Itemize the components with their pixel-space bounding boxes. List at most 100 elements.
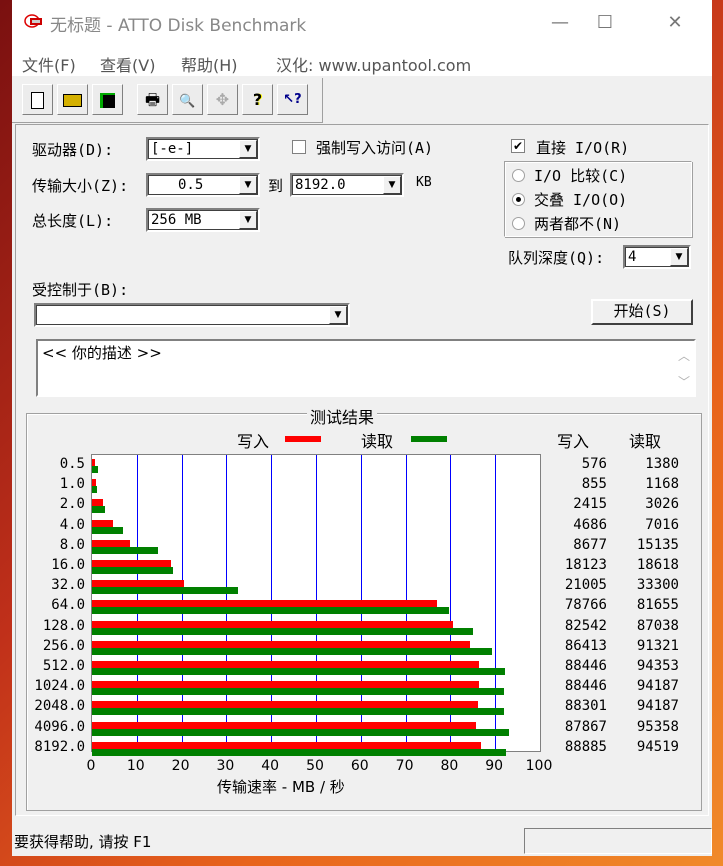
value-read: 1380 (645, 456, 679, 472)
radio-io-compare[interactable] (512, 169, 525, 182)
x-tick-label: 60 (350, 758, 369, 774)
open-button[interactable] (57, 84, 88, 115)
print-button[interactable]: 🖶 (137, 84, 168, 115)
value-read: 33300 (636, 577, 679, 594)
bar-read (92, 506, 106, 514)
x-tick-label: 0 (86, 758, 96, 774)
new-button[interactable] (22, 84, 53, 115)
value-write: 88301 (564, 698, 607, 715)
description-textarea[interactable]: << 你的描述 >> ︿ ﹀ (36, 339, 696, 397)
gridline (495, 455, 497, 751)
total-length-value: 256 MB (151, 212, 202, 228)
y-tick-label: 32.0 (51, 577, 85, 594)
y-tick-label: 64.0 (51, 597, 85, 614)
y-tick-label: 2048.0 (34, 698, 85, 715)
value-read: 7016 (645, 516, 679, 533)
force-write-checkbox[interactable] (292, 140, 306, 154)
start-button[interactable]: 开始(S) (591, 299, 693, 325)
bar-write (92, 721, 477, 729)
x-tick-label: 90 (485, 758, 504, 774)
help-icon: ? (252, 90, 263, 109)
help-button[interactable]: ? (242, 84, 273, 115)
y-tick-label: 0.5 (59, 456, 85, 472)
bar-read (92, 567, 174, 574)
status-pane (524, 828, 712, 854)
menu-localization-link[interactable]: 汉化: www.upantool.com (276, 52, 471, 76)
toolbar: 🖶 🔍 ✥ ? ↖? (12, 78, 323, 123)
value-read: 91321 (636, 637, 679, 654)
controlled-by-select[interactable]: ▼ (34, 303, 350, 327)
value-write: 4686 (573, 516, 607, 533)
chart-plot-area (91, 454, 541, 756)
column-header-read: 读取 (629, 432, 662, 451)
x-tick-label: 70 (395, 758, 414, 774)
bar-write (92, 519, 113, 527)
direct-io-checkbox[interactable]: ✔ (511, 139, 525, 153)
value-write: 8677 (573, 536, 607, 553)
queue-depth-select[interactable]: 4 ▼ (623, 245, 691, 269)
chevron-down-icon[interactable]: ▼ (239, 211, 257, 229)
bar-read (92, 607, 450, 615)
close-button[interactable]: ✕ (652, 6, 698, 40)
scroll-down-icon[interactable]: ﹀ (678, 373, 690, 390)
value-read: 94353 (636, 658, 679, 674)
chevron-down-icon[interactable]: ▼ (329, 306, 347, 324)
kb-label: KB (416, 175, 432, 190)
menu-help[interactable]: 帮助(H) (181, 52, 238, 76)
value-write: 855 (581, 476, 607, 493)
save-button[interactable] (92, 84, 123, 115)
value-write: 576 (581, 456, 607, 472)
results-group: 测试结果 写入 读取 写入 读取 0.5 1.0 2.0 4.0 8.0 16.0 32.0… (26, 404, 702, 811)
transfer-size-label: 传输大小(Z): (32, 177, 129, 195)
y-tick-label: 1024.0 (34, 678, 85, 695)
maximize-button[interactable]: ☐ (582, 6, 628, 40)
bar-write (92, 600, 437, 608)
minimize-button[interactable]: — (537, 6, 583, 40)
move-button[interactable]: ✥ (207, 84, 238, 115)
bar-read (92, 587, 238, 595)
value-write: 21005 (564, 577, 607, 594)
bar-write (92, 499, 103, 507)
radio-neither[interactable] (512, 217, 525, 230)
legend-write-swatch (285, 436, 321, 442)
bar-read (92, 466, 99, 473)
menu-file[interactable]: 文件(F) (22, 52, 76, 76)
context-help-icon: ↖? (283, 92, 302, 107)
bar-read (92, 668, 505, 675)
bar-write (92, 580, 184, 588)
chevron-down-icon[interactable]: ▼ (383, 176, 401, 194)
radio-io-compare-label: I/O 比较(C) (534, 167, 628, 185)
total-length-select[interactable]: 256 MB ▼ (146, 208, 260, 232)
value-write: 86413 (564, 637, 607, 654)
bar-write (92, 479, 96, 487)
y-tick-label: 4.0 (59, 516, 85, 533)
drive-select[interactable]: [-e-] ▼ (146, 137, 260, 161)
transfer-to-select[interactable]: 8192.0 ▼ (290, 173, 404, 197)
new-icon (31, 92, 44, 109)
app-icon (24, 14, 42, 28)
context-help-button[interactable]: ↖? (277, 84, 308, 115)
print-icon: 🖶 (144, 90, 161, 109)
y-tick-label: 16.0 (51, 557, 85, 573)
chevron-down-icon[interactable]: ▼ (239, 140, 257, 158)
value-write: 88885 (564, 738, 607, 755)
value-write: 88446 (564, 678, 607, 695)
queue-depth-value: 4 (628, 249, 637, 265)
column-header-write: 写入 (557, 432, 590, 451)
bar-write (92, 701, 479, 709)
menu-view[interactable]: 查看(V) (100, 52, 155, 76)
transfer-from-value: 0.5 (178, 177, 204, 193)
app-window: 无标题 - ATTO Disk Benchmark — ☐ ✕ 文件(F) 查看… (12, 0, 712, 856)
bar-write (92, 620, 454, 628)
print-preview-button[interactable]: 🔍 (172, 84, 203, 115)
print-preview-icon: 🔍 (179, 94, 196, 109)
chevron-down-icon[interactable]: ▼ (670, 248, 688, 266)
scroll-up-icon[interactable]: ︿ (678, 347, 690, 364)
bar-write (92, 661, 479, 668)
y-tick-label: 512.0 (42, 658, 85, 674)
bar-write (92, 741, 481, 749)
value-read: 87038 (636, 617, 679, 634)
chevron-down-icon[interactable]: ▼ (239, 176, 257, 194)
transfer-from-select[interactable]: 0.5 ▼ (146, 173, 260, 197)
radio-overlapped-io[interactable] (512, 193, 525, 206)
